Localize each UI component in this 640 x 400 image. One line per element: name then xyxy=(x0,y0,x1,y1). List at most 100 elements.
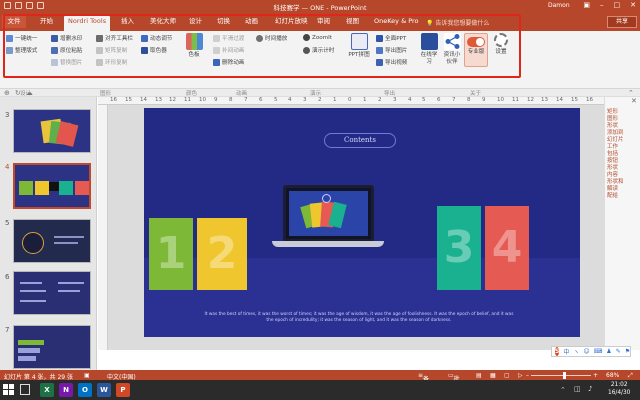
tween-animation-button[interactable]: 补间动画 xyxy=(213,46,244,54)
tab-transitions[interactable]: 切换 xyxy=(213,16,234,31)
minimize-icon[interactable]: – xyxy=(600,1,604,9)
tell-me-search[interactable]: 💡 告诉我您想要做什么 xyxy=(426,18,489,27)
contents-title[interactable]: Contents xyxy=(324,133,396,148)
task-pane-item[interactable]: 工作 xyxy=(607,144,639,151)
task-pane-item[interactable]: 配给 xyxy=(607,193,639,200)
slide-thumbnail[interactable] xyxy=(13,325,91,369)
number-card-2[interactable]: 2 xyxy=(197,218,247,290)
task-pane-item[interactable]: 内容 xyxy=(607,172,639,179)
color-scheme-button[interactable]: 色板 xyxy=(183,33,205,59)
unify-button[interactable]: 一键统一 xyxy=(6,34,37,42)
export-video-button[interactable]: 导出视频 xyxy=(376,58,407,66)
replace-image-button[interactable]: 替换图片 xyxy=(51,58,82,66)
task-pane-item[interactable]: 形状 xyxy=(607,165,639,172)
task-pane-item[interactable]: 形状和 xyxy=(607,179,639,186)
task-pane-item[interactable]: 包括 xyxy=(607,151,639,158)
collapse-ribbon-icon[interactable]: ⌃ xyxy=(628,89,634,97)
task-pane-item[interactable]: 添加到 xyxy=(607,130,639,137)
new-slide-icon[interactable]: ⊕ xyxy=(4,89,10,97)
notes-button[interactable]: ≡ 备注 xyxy=(418,372,429,392)
align-toolbar-button[interactable]: 对齐工具栏 xyxy=(96,34,133,42)
tab-animations[interactable]: 动画 xyxy=(241,16,262,31)
system-clock[interactable]: 21:02 16/4/30 xyxy=(608,382,630,397)
share-partner-button[interactable]: 资讯小伙伴 xyxy=(441,33,463,66)
zoom-in-icon[interactable]: + xyxy=(593,372,598,379)
ppt-puzzle-button[interactable]: PPT拼图 xyxy=(348,33,370,59)
tab-onekey-pro[interactable]: OneKey & Pro xyxy=(370,16,423,31)
taskbar-app-icon[interactable]: X xyxy=(40,383,54,397)
taskbar-app-icon[interactable]: O xyxy=(78,383,92,397)
ribbon-display-icon[interactable]: ▣ xyxy=(583,1,590,9)
settings-button[interactable]: 设置 xyxy=(490,33,512,56)
current-slide[interactable]: Contents 1 2 3 4 It was the best of time… xyxy=(144,108,580,337)
number-card-3[interactable]: 3 xyxy=(437,206,481,290)
fit-slide-icon[interactable]: ⤢ xyxy=(628,372,633,380)
smooth-transition-button[interactable]: 平滑过渡 xyxy=(213,34,244,42)
ime-punctuation-icon[interactable]: ヽ xyxy=(573,347,579,356)
tray-expand-icon[interactable]: ⌃ xyxy=(560,386,566,394)
task-pane-item[interactable]: 形状 xyxy=(607,123,639,130)
paste-in-place-button[interactable]: 原位粘贴 xyxy=(51,46,82,54)
volume-icon[interactable]: ♪ xyxy=(588,385,592,393)
dynamic-adjust-button[interactable]: 动态调节 xyxy=(141,34,172,42)
spellcheck-icon[interactable]: ▣ xyxy=(84,372,90,379)
refresh-icon[interactable]: ↻ xyxy=(15,89,21,97)
taskbar-app-icon[interactable]: P xyxy=(116,383,130,397)
delete-animation-button[interactable]: 删除动画 xyxy=(213,58,244,66)
slide-thumbnail[interactable] xyxy=(13,109,91,153)
tab-insert[interactable]: 插入 xyxy=(117,16,138,31)
task-pane-item[interactable]: 幻灯片 xyxy=(607,137,639,144)
ime-chinese-mode[interactable]: 中 xyxy=(563,347,569,356)
ime-tools-icon[interactable]: ⚑ xyxy=(625,348,630,355)
slide-thumbnail[interactable] xyxy=(13,271,91,315)
zoom-slider-thumb[interactable] xyxy=(563,372,566,379)
close-icon[interactable]: ✕ xyxy=(630,1,636,9)
slide-caption[interactable]: It was the best of times, it was the wor… xyxy=(204,312,514,324)
zoom-out-icon[interactable]: – xyxy=(526,372,529,379)
normal-view-icon[interactable]: ▤ xyxy=(476,372,482,379)
tab-design[interactable]: 设计 xyxy=(185,16,206,31)
maximize-icon[interactable]: □ xyxy=(614,1,621,9)
user-name[interactable]: Damon xyxy=(548,2,570,9)
tab-nordri-tools[interactable]: Nordri Tools xyxy=(64,16,111,31)
share-button[interactable]: 共享 xyxy=(607,16,637,28)
tab-review[interactable]: 审阅 xyxy=(313,16,334,31)
tab-file[interactable]: 文件 xyxy=(2,15,26,28)
slideshow-view-icon[interactable]: ▷ xyxy=(518,372,523,379)
presentation-timer-button[interactable]: 演示计时 xyxy=(303,46,334,54)
windows-start-icon[interactable] xyxy=(3,384,14,395)
task-pane-item[interactable]: 图形 xyxy=(607,116,639,123)
task-pane-item[interactable]: 按钮 xyxy=(607,158,639,165)
online-learning-button[interactable]: 在线学习 xyxy=(418,33,440,66)
ring-copy-button[interactable]: 环形复制 xyxy=(96,58,127,66)
comments-button[interactable]: ▭ 批注 xyxy=(448,372,460,392)
tab-slideshow[interactable]: 幻灯片放映 xyxy=(271,16,312,31)
task-pane-item[interactable]: 矩形 xyxy=(607,109,639,116)
tab-view[interactable]: 视图 xyxy=(342,16,363,31)
number-card-1[interactable]: 1 xyxy=(149,218,193,290)
color-picker-button[interactable]: 取色器 xyxy=(141,46,167,54)
timed-play-button[interactable]: 时间播放 xyxy=(256,34,287,42)
task-view-icon[interactable] xyxy=(20,384,30,395)
export-image-button[interactable]: 导出图片 xyxy=(376,46,407,54)
watermark-button[interactable]: 增删水印 xyxy=(51,34,82,42)
ime-emoji-icon[interactable]: ☺ xyxy=(583,348,589,355)
taskbar-app-icon[interactable]: W xyxy=(97,383,111,397)
taskbar-app-icon[interactable]: N xyxy=(59,383,73,397)
layout-button[interactable]: 整理版式 xyxy=(6,46,37,54)
reading-view-icon[interactable]: ▢ xyxy=(504,372,510,379)
ime-skin-icon[interactable]: ♟ xyxy=(606,348,611,355)
sorter-view-icon[interactable]: ▦ xyxy=(490,372,496,379)
task-pane-item[interactable]: 解读 xyxy=(607,186,639,193)
tab-beautify[interactable]: 美化大师 xyxy=(146,16,180,31)
laptop-screen[interactable] xyxy=(283,185,374,242)
cloud-icon[interactable]: ☁ xyxy=(26,89,33,97)
full-ppt-button[interactable]: 全面PPT xyxy=(376,34,406,42)
pro-version-toggle[interactable]: 专业版 xyxy=(464,33,488,67)
zoom-level[interactable]: 68% xyxy=(606,372,619,379)
ime-handwrite-icon[interactable]: ✎ xyxy=(616,348,621,355)
zoomit-button[interactable]: ZoomIt xyxy=(303,34,332,41)
slide-thumbnail-current[interactable] xyxy=(13,163,91,209)
zoom-slider[interactable] xyxy=(531,375,591,376)
matrix-copy-button[interactable]: 矩阵复制 xyxy=(96,46,127,54)
